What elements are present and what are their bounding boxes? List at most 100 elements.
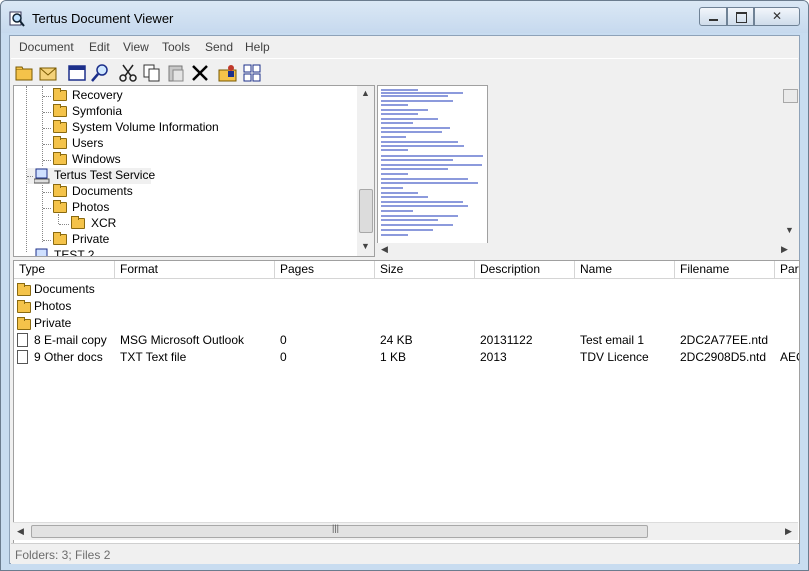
- folder-tree[interactable]: Recovery Symfonia System Volume Informat…: [13, 85, 375, 257]
- folder-icon: [17, 317, 31, 330]
- tree-line: [43, 128, 51, 129]
- column-header-type[interactable]: Type: [14, 261, 115, 278]
- column-header-name[interactable]: Name: [575, 261, 675, 278]
- window-title: Tertus Document Viewer: [32, 11, 174, 26]
- cut-icon[interactable]: [117, 62, 139, 84]
- tree-line: [43, 192, 51, 193]
- computer-icon: [35, 248, 48, 256]
- cell-filename: 2DC2908D5.ntd: [680, 350, 767, 364]
- tree-scrollbar[interactable]: ▲ ▼: [357, 86, 374, 256]
- tree-line: [43, 160, 51, 161]
- tree-line: [43, 112, 51, 113]
- scroll-down-arrow-icon[interactable]: ▼: [785, 225, 794, 235]
- cell-pages: 0: [280, 333, 287, 347]
- table-row[interactable]: 9 Other docs TXT Text file 0 1 KB 2013 T…: [14, 349, 799, 366]
- menu-tools[interactable]: Tools: [162, 40, 190, 54]
- list-folder-row[interactable]: Private: [14, 315, 799, 332]
- list-header: Type Format Pages Size Description Name …: [14, 261, 799, 279]
- tree-item-label: XCR: [91, 216, 117, 230]
- column-header-party[interactable]: Party: [775, 261, 799, 278]
- scroll-left-arrow-icon[interactable]: ◀: [381, 244, 388, 255]
- cell-description: 20131122: [480, 333, 533, 347]
- folder-name: Photos: [34, 299, 72, 313]
- client-area: Document Edit View Tools Send Help Recov…: [9, 35, 800, 564]
- tree-item-label: Symfonia: [72, 104, 123, 118]
- minimize-icon: [709, 19, 718, 21]
- column-header-pages[interactable]: Pages: [275, 261, 375, 278]
- list-hscrollbar[interactable]: ◀ ||| ▶: [13, 522, 798, 540]
- tree-item-tertus-test-service[interactable]: Tertus Test Service: [27, 168, 155, 184]
- table-row[interactable]: 8 E-mail copy MSG Microsoft Outlook 0 24…: [14, 332, 799, 349]
- list-folder-row[interactable]: Photos: [14, 298, 799, 315]
- document-icon: [17, 333, 28, 347]
- maximize-button[interactable]: [727, 7, 754, 26]
- magnifier-app-icon: [9, 11, 25, 27]
- folder-icon: [53, 232, 67, 245]
- document-preview[interactable]: [377, 85, 488, 245]
- scroll-up-arrow-icon[interactable]: ▲: [361, 88, 370, 98]
- folder-name: Documents: [34, 282, 95, 296]
- scroll-left-arrow-icon[interactable]: ◀: [17, 526, 24, 537]
- tree-line: [42, 86, 43, 166]
- tree-item-label: System Volume Information: [72, 120, 219, 134]
- open-mail-icon[interactable]: [37, 62, 59, 84]
- grid-view-icon[interactable]: [241, 62, 263, 84]
- tree-line: [43, 96, 51, 97]
- paste-icon[interactable]: [165, 62, 187, 84]
- tree-item-label: TEST 2: [54, 248, 95, 257]
- copy-icon[interactable]: [141, 62, 163, 84]
- column-header-filename[interactable]: Filename: [675, 261, 775, 278]
- search-icon[interactable]: [89, 62, 111, 84]
- menu-send[interactable]: Send: [205, 40, 233, 54]
- scroll-right-arrow-icon[interactable]: ▶: [785, 526, 792, 537]
- menu-view[interactable]: View: [123, 40, 149, 54]
- column-header-format[interactable]: Format: [115, 261, 275, 278]
- folder-person-icon[interactable]: [217, 62, 239, 84]
- cell-format: MSG Microsoft Outlook: [120, 333, 245, 347]
- preview-hscrollbar[interactable]: ◀ ▶: [377, 243, 798, 257]
- document-icon: [17, 350, 28, 364]
- column-header-size[interactable]: Size: [375, 261, 475, 278]
- title-bar[interactable]: Tertus Document Viewer ✕: [1, 1, 808, 33]
- file-list[interactable]: Type Format Pages Size Description Name …: [13, 260, 800, 544]
- menu-bar: Document Edit View Tools Send Help: [11, 37, 798, 57]
- open-folder-icon[interactable]: [14, 62, 36, 84]
- app-window: Tertus Document Viewer ✕ Document Edit V…: [0, 0, 809, 571]
- scroll-down-arrow-icon[interactable]: ▼: [361, 241, 370, 251]
- scroll-thumb[interactable]: |||: [31, 523, 648, 538]
- preview-vscrollbar[interactable]: ▼: [781, 85, 798, 255]
- tree-item-label: Recovery: [72, 88, 123, 102]
- menu-help[interactable]: Help: [245, 40, 270, 54]
- computer-icon: [34, 168, 50, 184]
- minimize-button[interactable]: [699, 7, 727, 26]
- tree-item-label: Users: [72, 136, 104, 150]
- tree-item-label: Photos: [72, 200, 110, 214]
- cell-name: TDV Licence: [580, 350, 649, 364]
- list-folder-row[interactable]: Documents: [14, 281, 799, 298]
- maximize-icon: [736, 12, 747, 23]
- folder-icon: [17, 300, 31, 313]
- scroll-thumb[interactable]: [783, 89, 798, 103]
- menu-edit[interactable]: Edit: [89, 40, 110, 54]
- cell-type: 9 Other docs: [34, 350, 103, 364]
- folder-icon: [53, 104, 67, 117]
- folder-icon: [53, 200, 67, 213]
- tree-line: [27, 256, 33, 257]
- cell-description: 2013: [480, 350, 507, 364]
- grip-icon: |||: [332, 523, 340, 533]
- close-button[interactable]: ✕: [754, 7, 800, 26]
- tree-line: [43, 144, 51, 145]
- cell-filename: 2DC2A77EE.ntd: [680, 333, 769, 347]
- tree-line: [27, 176, 33, 177]
- menu-document[interactable]: Document: [19, 40, 74, 54]
- cell-size: 24 KB: [380, 333, 413, 347]
- window-icon[interactable]: [66, 62, 88, 84]
- scroll-right-arrow-icon[interactable]: ▶: [781, 244, 788, 255]
- tree-item-label: Private: [72, 232, 110, 246]
- folder-name: Private: [34, 316, 72, 330]
- cell-pages: 0: [280, 350, 287, 364]
- scroll-thumb[interactable]: [359, 189, 373, 233]
- cell-size: 1 KB: [380, 350, 407, 364]
- column-header-description[interactable]: Description: [475, 261, 575, 278]
- delete-icon[interactable]: [189, 62, 211, 84]
